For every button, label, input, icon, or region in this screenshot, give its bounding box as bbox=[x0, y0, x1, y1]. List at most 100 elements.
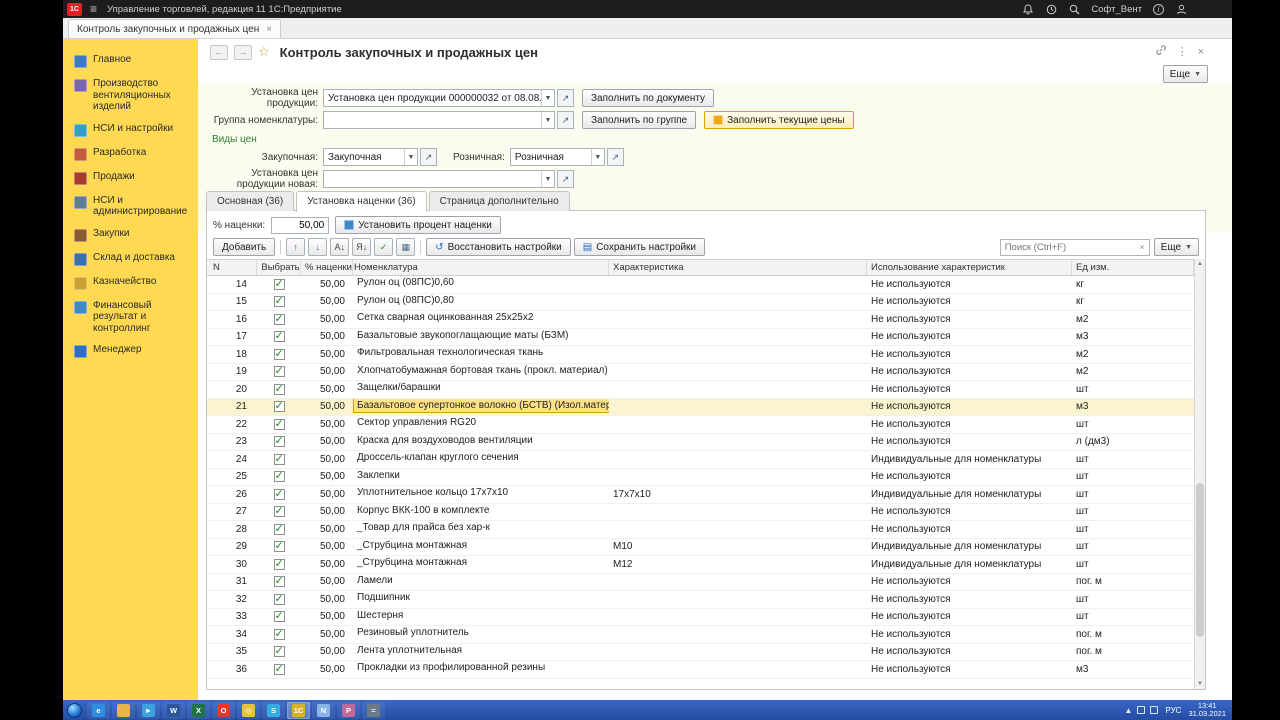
taskbar-app-word[interactable]: W bbox=[162, 701, 185, 719]
cell-markup-percent[interactable]: 50,00 bbox=[301, 594, 353, 605]
sidebar-item-razrabotka[interactable]: Разработка bbox=[63, 142, 198, 166]
cell-nomenclature[interactable]: Сетка сварная оцинкованная 25х25х2 bbox=[353, 311, 609, 327]
cell-markup-percent[interactable]: 50,00 bbox=[301, 576, 353, 587]
cell-checkbox[interactable] bbox=[257, 347, 301, 360]
table-row[interactable]: 28 50,00 _Товар для прайса без хар-к Не … bbox=[207, 521, 1194, 539]
cell-markup-percent[interactable]: 50,00 bbox=[301, 296, 353, 307]
cell-markup-percent[interactable]: 50,00 bbox=[301, 524, 353, 535]
cell-markup-percent[interactable]: 50,00 bbox=[301, 366, 353, 377]
cell-nomenclature[interactable]: Хлопчатобумажная бортовая ткань (прокл. … bbox=[353, 364, 609, 380]
cell-checkbox[interactable] bbox=[257, 399, 301, 413]
taskbar-app-skype[interactable]: S bbox=[262, 701, 285, 719]
cell-markup-percent[interactable]: 50,00 bbox=[301, 611, 353, 622]
checkbox-checked-icon[interactable] bbox=[273, 294, 285, 308]
column-header[interactable]: Характеристика bbox=[609, 260, 867, 275]
table-row[interactable]: 19 50,00 Хлопчатобумажная бортовая ткань… bbox=[207, 364, 1194, 381]
cell-checkbox[interactable] bbox=[257, 574, 301, 588]
table-row[interactable]: 24 50,00 Дроссель-клапан круглого сечени… bbox=[207, 451, 1194, 469]
move-up-icon[interactable]: ↑ bbox=[286, 238, 306, 256]
fill-current-prices-button[interactable]: Заполнить текущие цены bbox=[704, 111, 854, 129]
tray-expand-icon[interactable]: ▲ bbox=[1125, 706, 1133, 715]
checkbox-checked-icon[interactable] bbox=[273, 277, 285, 290]
checkbox-checked-icon[interactable] bbox=[273, 399, 285, 413]
cell-nomenclature[interactable]: Краска для воздуховодов вентиляции bbox=[353, 434, 609, 450]
table-row[interactable]: 18 50,00 Фильтровальная технологическая … bbox=[207, 346, 1194, 364]
checkbox-checked-icon[interactable] bbox=[273, 487, 285, 500]
cell-characteristic[interactable]: М10 bbox=[609, 541, 867, 552]
cell-nomenclature[interactable]: Шестерня bbox=[353, 609, 609, 625]
taskbar-app-file-explorer[interactable] bbox=[112, 701, 135, 719]
cell-markup-percent[interactable]: 50,00 bbox=[301, 506, 353, 517]
sort-ascending-icon[interactable]: А↓ bbox=[330, 238, 350, 256]
checkbox-checked-icon[interactable] bbox=[273, 522, 285, 535]
sidebar-item-kaznacheystvo[interactable]: Казначейство bbox=[63, 271, 198, 295]
cell-checkbox[interactable] bbox=[257, 487, 301, 500]
sidebar-item-prodazhi[interactable]: Продажи bbox=[63, 166, 198, 190]
back-button[interactable]: ← bbox=[210, 44, 228, 60]
cell-checkbox[interactable] bbox=[257, 522, 301, 535]
checkbox-checked-icon[interactable] bbox=[273, 469, 285, 483]
chevron-down-icon[interactable]: ▼ bbox=[590, 149, 604, 165]
taskbar-app-paint[interactable]: P bbox=[337, 701, 360, 719]
cell-checkbox[interactable] bbox=[257, 557, 301, 570]
close-form-icon[interactable]: × bbox=[1198, 46, 1204, 58]
checkbox-checked-icon[interactable] bbox=[273, 592, 285, 605]
taskbar-app-media-player[interactable]: ► bbox=[137, 701, 160, 719]
cell-markup-percent[interactable]: 50,00 bbox=[301, 541, 353, 552]
column-header[interactable]: N bbox=[207, 260, 257, 275]
open-purchase-price-icon[interactable]: ↗ bbox=[420, 148, 437, 166]
get-link-icon[interactable] bbox=[1155, 44, 1167, 59]
history-clock-icon[interactable] bbox=[1045, 3, 1057, 15]
new-price-setting-combo[interactable]: ▼ bbox=[323, 170, 555, 188]
table-row[interactable]: 29 50,00 _Струбцина монтажная М10 Индиви… bbox=[207, 539, 1194, 556]
start-button[interactable] bbox=[67, 702, 82, 718]
chevron-down-icon[interactable]: ▼ bbox=[541, 112, 554, 128]
cell-markup-percent[interactable]: 50,00 bbox=[301, 401, 353, 412]
cell-markup-percent[interactable]: 50,00 bbox=[301, 664, 353, 675]
table-row[interactable]: 20 50,00 Защелки/барашки Не используются… bbox=[207, 381, 1194, 399]
cell-nomenclature[interactable]: Подшипник bbox=[353, 591, 609, 607]
checkbox-checked-icon[interactable] bbox=[273, 574, 285, 588]
table-row[interactable]: 34 50,00 Резиновый уплотнитель Не исполь… bbox=[207, 626, 1194, 644]
check-all-icon[interactable]: ✓ bbox=[374, 238, 394, 256]
table-row[interactable]: 31 50,00 Ламели Не используются пог. м bbox=[207, 574, 1194, 591]
sidebar-item-zakupki[interactable]: Закупки bbox=[63, 223, 198, 247]
markup-percent-input[interactable] bbox=[271, 216, 330, 234]
checkbox-checked-icon[interactable] bbox=[273, 417, 285, 430]
cell-markup-percent[interactable]: 50,00 bbox=[301, 349, 353, 360]
cell-checkbox[interactable] bbox=[257, 539, 301, 553]
cell-markup-percent[interactable]: 50,00 bbox=[301, 279, 353, 290]
notifications-bell-icon[interactable] bbox=[1022, 3, 1034, 15]
fill-by-document-button[interactable]: Заполнить по документу bbox=[582, 89, 715, 107]
nomenclature-group-combo[interactable]: ▼ bbox=[323, 111, 555, 129]
column-header[interactable]: % наценки bbox=[301, 260, 353, 275]
column-header[interactable]: Использование характеристик bbox=[867, 260, 1072, 275]
cell-checkbox[interactable] bbox=[257, 452, 301, 465]
cell-markup-percent[interactable]: 50,00 bbox=[301, 629, 353, 640]
favorite-star-icon[interactable]: ☆ bbox=[258, 44, 270, 60]
cell-checkbox[interactable] bbox=[257, 469, 301, 483]
cell-nomenclature[interactable]: Лента уплотнительная bbox=[353, 644, 609, 660]
cell-characteristic[interactable]: 17х7х10 bbox=[609, 489, 867, 500]
open-group-icon[interactable]: ↗ bbox=[557, 111, 574, 129]
taskbar-app-calculator[interactable]: = bbox=[362, 701, 385, 719]
taskbar-app-chrome[interactable]: ◎ bbox=[237, 701, 260, 719]
user-profile-icon[interactable] bbox=[1175, 3, 1187, 15]
table-row[interactable]: 27 50,00 Корпус ВКК-100 в комплекте Не и… bbox=[207, 504, 1194, 521]
cell-checkbox[interactable] bbox=[257, 294, 301, 308]
table-row[interactable]: 30 50,00 _Струбцина монтажная М12 Индиви… bbox=[207, 556, 1194, 574]
restore-settings-button[interactable]: ↺ Восстановить настройки bbox=[426, 238, 571, 256]
cell-markup-percent[interactable]: 50,00 bbox=[301, 331, 353, 342]
taskbar-app-notepad[interactable]: N bbox=[312, 701, 335, 719]
checkbox-checked-icon[interactable] bbox=[273, 312, 285, 325]
table-row[interactable]: 14 50,00 Рулон оц (08ПС)0,60 Не использу… bbox=[207, 276, 1194, 294]
column-header[interactable]: Выбрать bbox=[257, 260, 301, 275]
price-kinds-group-label[interactable]: Виды цен bbox=[212, 134, 1232, 145]
table-row[interactable]: 35 50,00 Лента уплотнительная Не использ… bbox=[207, 644, 1194, 661]
scroll-down-icon[interactable]: ▼ bbox=[1195, 679, 1205, 689]
table-row[interactable]: 17 50,00 Базальтовые звукопоглащающие ма… bbox=[207, 329, 1194, 346]
taskbar-app-opera-browser[interactable]: O bbox=[212, 701, 235, 719]
current-user[interactable]: Софт_Вент bbox=[1091, 4, 1142, 15]
sidebar-item-menedzher[interactable]: Менеджер bbox=[63, 339, 198, 363]
retail-price-combo[interactable]: Розничная ▼ bbox=[509, 148, 605, 166]
